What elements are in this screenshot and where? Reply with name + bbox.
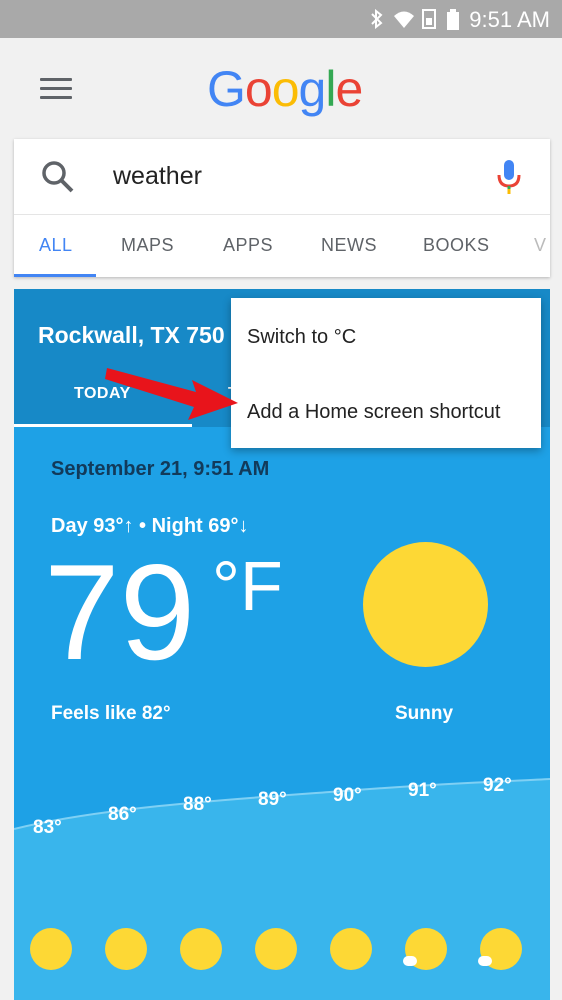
cloud-icon — [403, 956, 417, 966]
search-bar[interactable]: weather — [14, 139, 550, 215]
day-night-temps: Day 93°↑ • Night 69°↓ — [51, 515, 249, 537]
tab-today[interactable]: TODAY — [74, 385, 131, 403]
google-logo: Google — [207, 61, 363, 117]
feels-like: Feels like 82° — [51, 703, 171, 724]
tab-more[interactable]: V — [534, 235, 547, 256]
hourly-sun-icon — [30, 928, 72, 970]
temperature-unit[interactable]: °F — [212, 551, 283, 621]
sim-icon — [422, 9, 436, 29]
weather-condition: Sunny — [395, 703, 454, 724]
tab-maps[interactable]: MAPS — [121, 235, 174, 256]
tab-news[interactable]: NEWS — [321, 235, 377, 256]
tab-apps[interactable]: APPS — [223, 235, 273, 256]
hourly-temp: 92° — [483, 775, 512, 796]
microphone-icon[interactable] — [496, 159, 522, 195]
hourly-temp: 90° — [333, 785, 362, 806]
date-time: September 21, 9:51 AM — [51, 458, 270, 480]
active-tab-indicator — [14, 274, 96, 277]
search-card: weather ALL MAPS APPS NEWS BOOKS V — [14, 139, 550, 277]
hourly-sun-icon — [330, 928, 372, 970]
hourly-sun-icon — [180, 928, 222, 970]
app-bar: Google — [0, 38, 562, 138]
location-label: Rockwall, TX 750 — [38, 322, 225, 348]
menu-icon[interactable] — [40, 78, 72, 100]
cloud-icon — [478, 956, 492, 966]
hourly-temp: 89° — [258, 789, 287, 810]
tab-all[interactable]: ALL — [39, 235, 73, 256]
hourly-sun-icon — [105, 928, 147, 970]
sun-icon — [363, 542, 488, 667]
add-home-shortcut-menu-item[interactable]: Add a Home screen shortcut — [247, 401, 500, 424]
bluetooth-icon — [371, 9, 383, 29]
switch-to-celsius-menu-item[interactable]: Switch to °C — [247, 326, 356, 349]
hourly-temp: 83° — [33, 817, 62, 838]
overflow-menu: Switch to °C Add a Home screen shortcut — [231, 298, 541, 448]
battery-icon — [447, 9, 459, 30]
hourly-temp: 88° — [183, 794, 212, 815]
tab-books[interactable]: BOOKS — [423, 235, 490, 256]
wifi-icon — [394, 11, 414, 28]
hourly-temp: 91° — [408, 780, 437, 801]
today-tab-indicator — [14, 424, 192, 427]
clock: 9:51 AM — [469, 7, 550, 32]
search-icon[interactable] — [40, 159, 76, 195]
search-input[interactable]: weather — [113, 162, 202, 191]
status-bar: 9:51 AM — [0, 0, 562, 38]
hourly-sun-icon — [255, 928, 297, 970]
current-temperature: 79 — [44, 536, 196, 688]
search-tabs: ALL MAPS APPS NEWS BOOKS V — [14, 215, 550, 277]
hourly-temp: 86° — [108, 804, 137, 825]
